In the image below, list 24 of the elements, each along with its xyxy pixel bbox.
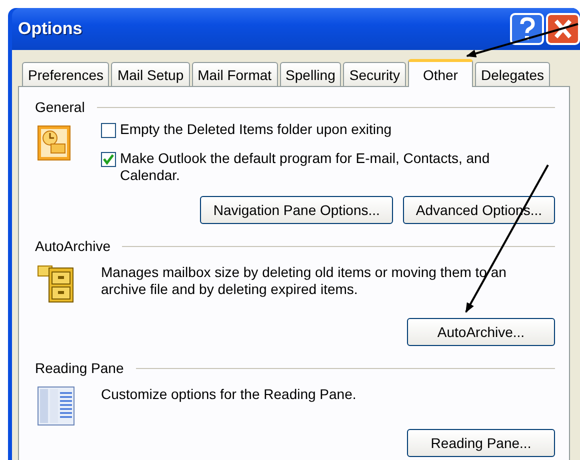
checkbox[interactable]	[101, 123, 116, 138]
description-text: Customize options for the Reading Pane.	[101, 386, 358, 403]
reading-pane-icon	[37, 386, 75, 426]
window-title: Options	[18, 19, 82, 39]
checkbox[interactable]	[101, 152, 116, 167]
section-heading: General	[35, 99, 85, 115]
option-button[interactable]: Navigation Pane Options...	[200, 196, 393, 224]
help-icon[interactable]	[510, 13, 544, 45]
option-button[interactable]: AutoArchive...	[407, 318, 555, 346]
checkbox-label: Make Outlook the default program for E-mail, Contacts, and Calendar.	[120, 150, 491, 184]
section-heading: Reading Pane	[35, 360, 124, 376]
checkbox-label: Empty the Deleted Items folder upon exiting	[120, 121, 392, 138]
close-icon[interactable]	[546, 13, 580, 45]
tab[interactable]: Other	[408, 59, 473, 87]
tab[interactable]: Mail Setup	[111, 62, 190, 86]
tab[interactable]: Preferences	[22, 62, 110, 86]
section-heading: AutoArchive	[35, 238, 110, 254]
tab[interactable]: Spelling	[280, 62, 342, 86]
clock-envelope-icon	[37, 125, 71, 161]
tab[interactable]: Security	[343, 62, 406, 86]
tab[interactable]: Mail Format	[192, 62, 278, 86]
tab[interactable]: Delegates	[474, 62, 550, 86]
description-text: Manages mailbox size by deleting old items or moving them to an archive file and by deleting expired items.	[101, 264, 508, 298]
option-button[interactable]: Reading Pane...	[407, 429, 555, 457]
